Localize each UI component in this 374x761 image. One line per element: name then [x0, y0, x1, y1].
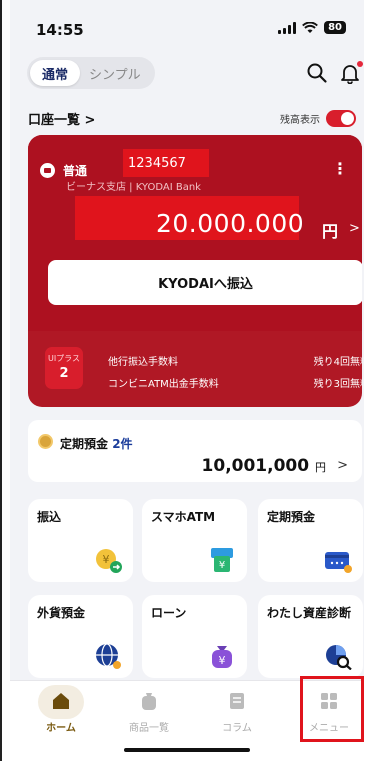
deposit-amount-value: 10,001,000	[201, 456, 310, 476]
tile-label: わたし資産診断	[267, 606, 352, 620]
fee-label: コンビニATM出金手数料	[108, 379, 219, 390]
pie-chart-icon	[326, 645, 352, 670]
svg-text:¥: ¥	[219, 560, 225, 571]
plus-label: UIプラス	[47, 354, 81, 363]
status-icons: 80	[278, 21, 346, 34]
plus-rank: 2	[59, 366, 69, 381]
tile-asset-diagnosis[interactable]: わたし資産診断	[258, 595, 363, 678]
tile-time-deposit[interactable]: 定期預金	[258, 499, 363, 582]
tile-transfer[interactable]: 振込 ¥	[28, 499, 133, 582]
tile-label: 定期預金	[267, 510, 316, 524]
nav-products[interactable]: 商品一覧	[114, 691, 184, 734]
fee-row: コンビニATM出金手数料 残り3回無料	[108, 375, 362, 390]
notification-bell-icon[interactable]	[339, 61, 363, 85]
column-icon	[230, 693, 244, 709]
tile-label: スマホATM	[151, 510, 216, 524]
time-deposit-card[interactable]: 定期預金 2件 10,001,000 円 >	[28, 420, 362, 482]
tile-label: ローン	[151, 606, 187, 620]
balance-display-toggle: 残高表示	[280, 109, 356, 127]
deposit-chevron-icon: >	[337, 458, 348, 473]
home-icon	[53, 693, 69, 709]
branch-name: ビーナス支店 | KYODAI Bank	[66, 182, 201, 193]
nav-home[interactable]: ホーム	[26, 685, 96, 734]
balance-currency: 円	[322, 222, 339, 241]
tile-label: 外貨預金	[37, 606, 86, 620]
tile-foreign-deposit[interactable]: 外貨預金	[28, 595, 133, 678]
deposit-title-label: 定期預金	[60, 437, 109, 451]
atm-icon: ¥	[211, 548, 233, 572]
nav-label: コラム	[222, 723, 252, 734]
notification-dot	[357, 61, 363, 67]
nav-label: 商品一覧	[129, 723, 169, 734]
products-icon	[142, 693, 156, 710]
deposit-title: 定期預金 2件	[60, 435, 133, 452]
mode-standard[interactable]: 通常	[30, 60, 80, 86]
plus-rank-badge: UIプラス 2	[45, 347, 83, 389]
signal-icon	[278, 21, 297, 34]
account-card[interactable]: 普通 1234567 ビーナス支店 | KYODAI Bank ⋮ 20.000…	[28, 135, 362, 407]
tile-loan[interactable]: ローン ¥	[142, 595, 247, 678]
yen-transfer-icon: ¥	[96, 549, 122, 573]
svg-text:¥: ¥	[103, 553, 110, 566]
deposit-currency: 円	[315, 461, 326, 474]
search-icon[interactable]	[306, 62, 328, 84]
deposit-amount: 10,001,000 円	[202, 456, 326, 476]
tile-smartphone-atm[interactable]: スマホATM ¥	[142, 499, 247, 582]
balance-display-label: 残高表示	[280, 114, 320, 126]
time-deposit-icon	[325, 552, 352, 573]
status-bar: 14:55 80	[10, 0, 364, 50]
menu-highlight-box	[300, 676, 364, 742]
fee-row: 他行振込手数料 残り4回無料	[108, 353, 362, 368]
home-indicator	[124, 748, 250, 752]
balance-chevron-icon[interactable]: >	[349, 221, 360, 236]
globe-icon	[96, 643, 121, 669]
account-type: 普通	[40, 162, 87, 179]
account-number: 1234567	[123, 149, 209, 177]
balance-display-switch[interactable]	[326, 109, 356, 127]
deposit-count: 2件	[112, 437, 133, 451]
battery-icon: 80	[324, 21, 346, 34]
account-type-label: 普通	[63, 164, 88, 178]
accounts-heading-row: 口座一覧 > 残高表示	[28, 108, 356, 128]
coin-icon	[38, 434, 53, 449]
screen-edge	[0, 0, 2, 761]
fee-value: 残り3回無料	[313, 379, 362, 390]
transfer-button[interactable]: KYODAIへ振込	[48, 260, 362, 305]
view-mode-toggle[interactable]: 通常 シンプル	[27, 57, 155, 89]
fee-value: 残り4回無料	[313, 357, 362, 368]
nav-label: ホーム	[46, 723, 76, 734]
app-header: 通常 シンプル	[10, 50, 364, 100]
money-bag-icon: ¥	[212, 646, 232, 668]
mode-simple[interactable]: シンプル	[80, 60, 141, 86]
wifi-icon	[302, 21, 318, 33]
nav-column[interactable]: コラム	[202, 691, 272, 734]
tile-label: 振込	[37, 510, 62, 524]
account-balance: 20.000.000	[156, 209, 305, 238]
status-time: 14:55	[36, 21, 84, 39]
phone-screen: 14:55 80 通常 シンプル 口座一覧 > 残高表示 普通 1234567 …	[10, 0, 364, 761]
account-list-link[interactable]: 口座一覧 >	[28, 109, 95, 128]
card-icon	[40, 163, 55, 178]
svg-text:¥: ¥	[219, 654, 226, 667]
more-options-icon[interactable]: ⋮	[332, 161, 348, 177]
fee-label: 他行振込手数料	[108, 357, 178, 368]
